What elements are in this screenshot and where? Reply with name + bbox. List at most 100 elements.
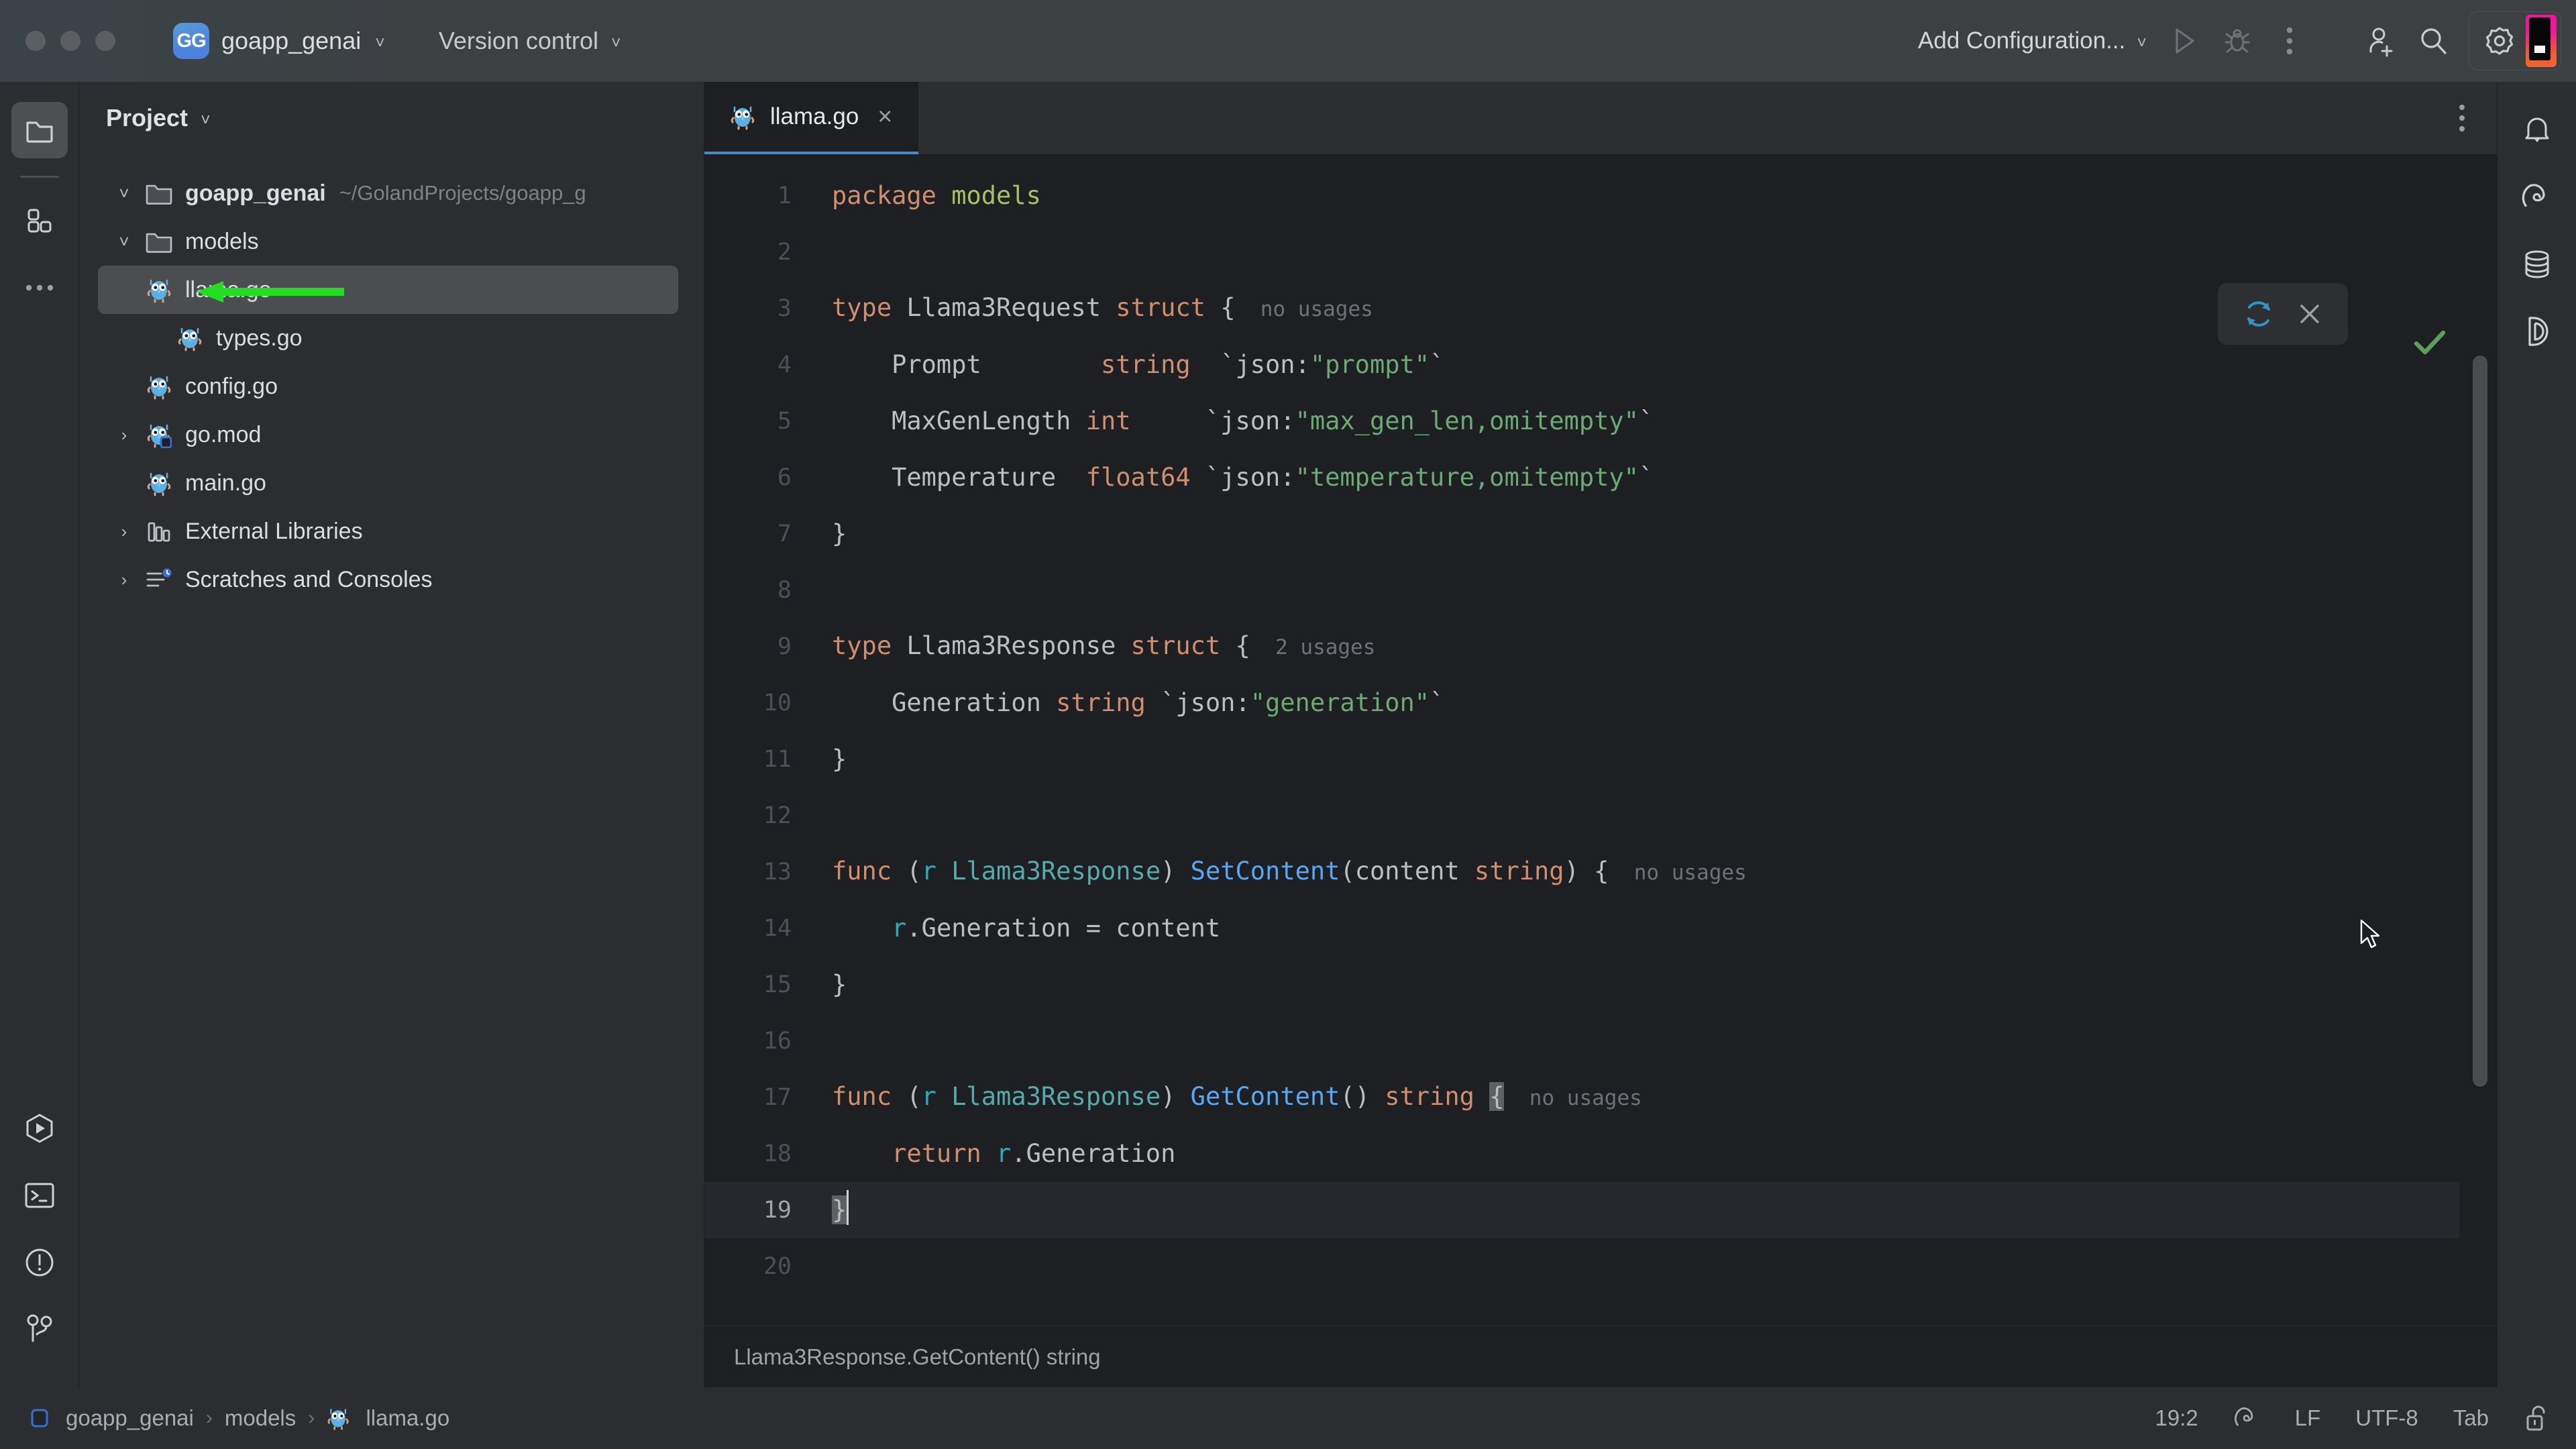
code-line: 11} (704, 731, 2497, 788)
tree-item[interactable]: › go.mod (79, 411, 704, 459)
code-line: 14 r.Generation = content (704, 900, 2497, 957)
chevron-down-icon[interactable]: ˅ (106, 184, 142, 202)
line-number[interactable]: 8 (704, 562, 816, 619)
line-number[interactable]: 9 (704, 619, 816, 675)
sidebar-item-ai-assistant[interactable] (2509, 169, 2565, 225)
editor-scrollbar[interactable] (2473, 356, 2487, 1087)
line-number[interactable]: 17 (704, 1069, 816, 1126)
unlocked-padlock-icon[interactable] (2524, 1404, 2549, 1432)
encoding-indicator[interactable]: UTF-8 (2355, 1405, 2418, 1431)
more-options-button[interactable] (2263, 15, 2316, 67)
window-close-button[interactable] (25, 31, 46, 51)
code-line-text: Temperature float64 `json:"temperature,o… (816, 449, 1654, 506)
title-bar: GG goapp_genai ˅ Version control ˅ Add C… (0, 0, 2576, 82)
add-user-icon[interactable] (2355, 15, 2407, 67)
breadcrumb-item[interactable]: llama.go (366, 1405, 449, 1431)
version-control-menu[interactable]: Version control ˅ (429, 21, 631, 60)
debug-button[interactable] (2211, 15, 2263, 67)
chevron-down-icon: ˅ (375, 35, 385, 52)
line-number[interactable]: 13 (704, 844, 816, 900)
sidebar-item-database[interactable] (2509, 236, 2565, 292)
project-selector[interactable]: GG goapp_genai ˅ (164, 17, 394, 64)
sidebar-item-version-control[interactable] (11, 1301, 68, 1358)
line-number[interactable]: 11 (704, 731, 816, 788)
line-number[interactable]: 4 (704, 337, 816, 393)
line-number[interactable]: 12 (704, 788, 816, 844)
window-minimize-button[interactable] (60, 31, 80, 51)
project-file-tree: ˅ goapp_genai~/GolandProjects/goapp_g˅ m… (79, 154, 704, 604)
tree-item[interactable]: config.go (79, 362, 704, 411)
tree-item-label: llama.go (185, 277, 272, 303)
code-line: 10 Generation string `json:"generation"` (704, 675, 2497, 731)
code-line: 9type Llama3Response struct { 2 usages (704, 619, 2497, 675)
search-icon[interactable] (2407, 15, 2459, 67)
line-number[interactable]: 2 (704, 224, 816, 280)
caret-position[interactable]: 19:2 (2155, 1405, 2198, 1431)
sidebar-item-notifications[interactable] (2509, 102, 2565, 158)
sidebar-item-project[interactable] (11, 102, 68, 158)
ai-spiral-icon[interactable] (2233, 1405, 2260, 1432)
breadcrumb-item[interactable]: goapp_genai (66, 1405, 194, 1431)
line-number[interactable]: 10 (704, 675, 816, 731)
line-number[interactable]: 19 (704, 1182, 816, 1238)
breadcrumb-item[interactable]: models (225, 1405, 296, 1431)
line-number[interactable]: 3 (704, 280, 816, 337)
tree-item[interactable]: › Scratches and Consoles (79, 555, 704, 604)
code-line: 7} (704, 506, 2497, 562)
tree-item-selected[interactable]: llama.go (98, 266, 678, 314)
line-separator-indicator[interactable]: LF (2295, 1405, 2321, 1431)
line-number[interactable]: 14 (704, 900, 816, 957)
tree-item[interactable]: ˅ models (79, 217, 704, 266)
close-icon[interactable] (2297, 301, 2322, 327)
code-line: 17func (r Llama3Response) GetContent() s… (704, 1069, 2497, 1126)
tree-item[interactable]: types.go (79, 314, 704, 362)
run-button[interactable] (2159, 15, 2211, 67)
chevron-down-icon[interactable]: ˅ (106, 233, 142, 250)
editor-tab-options-button[interactable] (2458, 82, 2466, 154)
code-line: 6 Temperature float64 `json:"temperature… (704, 449, 2497, 506)
tree-item[interactable]: main.go (79, 459, 704, 507)
user-avatar[interactable] (2526, 15, 2557, 67)
chevron-right-icon[interactable]: › (106, 571, 142, 588)
close-icon[interactable]: × (873, 104, 896, 129)
line-number[interactable]: 18 (704, 1126, 816, 1182)
tab-llama-go[interactable]: llama.go × (704, 82, 918, 154)
settings-gear-icon[interactable] (2473, 15, 2526, 67)
line-number[interactable]: 5 (704, 393, 816, 449)
project-tool-window: Project ˅ ˅ goapp_genai~/GolandProjects/… (79, 82, 704, 1387)
version-control-label: Version control (439, 27, 598, 55)
code-line-text: r.Generation = content (816, 900, 1220, 957)
line-number[interactable]: 1 (704, 168, 816, 224)
chevron-right-icon[interactable]: › (106, 426, 142, 443)
refresh-sync-icon[interactable] (2243, 299, 2274, 329)
line-number[interactable]: 7 (704, 506, 816, 562)
window-maximize-button[interactable] (95, 31, 115, 51)
indent-indicator[interactable]: Tab (2453, 1405, 2489, 1431)
sidebar-item-problems[interactable] (11, 1234, 68, 1291)
breadcrumb-separator: › (308, 1407, 315, 1430)
run-configuration-selector[interactable]: Add Configuration... ˅ (1906, 21, 2159, 61)
sidebar-item-terminal[interactable] (11, 1167, 68, 1224)
tree-item-label: config.go (185, 374, 278, 400)
tree-item-label: types.go (216, 325, 303, 352)
sidebar-item-run[interactable] (11, 1100, 68, 1157)
go-file-icon (173, 325, 207, 352)
line-number[interactable]: 16 (704, 1013, 816, 1069)
scratches-icon (142, 567, 176, 592)
tree-item[interactable]: ˅ goapp_genai~/GolandProjects/goapp_g (79, 169, 704, 217)
project-panel-header[interactable]: Project ˅ (79, 82, 704, 154)
tree-item[interactable]: › External Libraries (79, 507, 704, 555)
code-line-text: } (816, 1182, 849, 1238)
code-line-text: } (816, 731, 847, 788)
line-number[interactable]: 6 (704, 449, 816, 506)
go-file-icon (327, 1406, 350, 1430)
go-file-icon (730, 103, 755, 130)
code-editor[interactable]: 1package models23type Llama3Request stru… (704, 154, 2497, 1326)
chevron-right-icon[interactable]: › (106, 523, 142, 540)
line-number[interactable]: 20 (704, 1238, 816, 1295)
sidebar-item-more[interactable] (11, 260, 68, 316)
sidebar-item-docs[interactable] (2509, 303, 2565, 360)
sidebar-item-structure[interactable] (11, 193, 68, 249)
line-number[interactable]: 15 (704, 957, 816, 1013)
inspection-status-badge[interactable] (2412, 327, 2447, 358)
